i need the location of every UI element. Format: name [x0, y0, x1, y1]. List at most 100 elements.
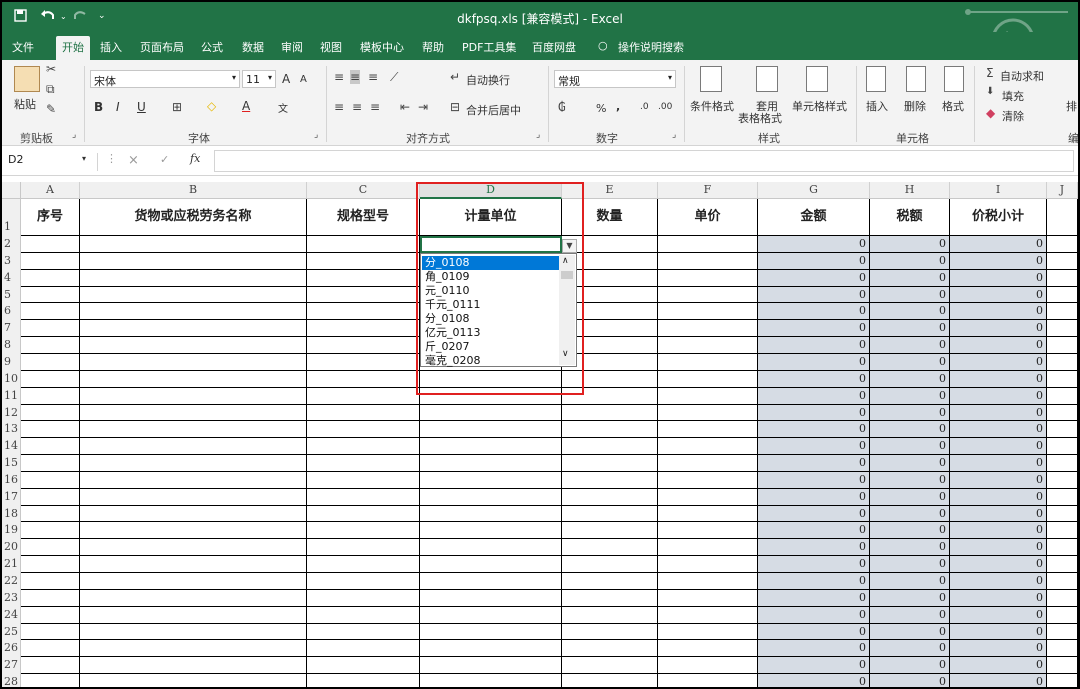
cell[interactable]	[1047, 556, 1078, 573]
name-box-dropdown-icon[interactable]: ▾	[82, 154, 86, 163]
formula-cell[interactable]: 0	[950, 556, 1047, 573]
cell[interactable]	[658, 674, 758, 687]
increase-indent-icon[interactable]: ⇥	[418, 100, 428, 114]
cell[interactable]	[21, 354, 80, 371]
cell[interactable]	[658, 253, 758, 270]
copy-icon[interactable]: ⧉	[46, 82, 55, 97]
cell[interactable]	[1047, 236, 1078, 253]
merge-center-icon[interactable]: ⊟	[450, 100, 460, 114]
cell[interactable]	[21, 337, 80, 354]
formula-cell[interactable]: 0	[870, 674, 950, 687]
clear-button[interactable]: 清除	[1002, 108, 1024, 124]
formula-cell[interactable]: 0	[758, 556, 870, 573]
cell[interactable]	[80, 590, 307, 607]
formula-cell[interactable]: 0	[870, 640, 950, 657]
row-header[interactable]: 4	[2, 270, 21, 287]
tab-page-layout[interactable]: 页面布局	[140, 39, 184, 55]
formula-cell[interactable]: 0	[758, 657, 870, 674]
formula-cell[interactable]: 0	[870, 624, 950, 640]
cell[interactable]	[420, 624, 562, 640]
cell[interactable]	[658, 421, 758, 438]
tab-data[interactable]: 数据	[242, 39, 264, 55]
cell[interactable]	[21, 236, 80, 253]
cell[interactable]	[80, 405, 307, 421]
cell[interactable]	[80, 455, 307, 472]
row-header[interactable]: 15	[2, 455, 21, 472]
cell[interactable]	[1047, 539, 1078, 556]
cell[interactable]	[80, 506, 307, 522]
fill-color-icon[interactable]: ◇	[207, 99, 216, 113]
cell[interactable]	[562, 573, 658, 590]
format-as-table-button-line2[interactable]: 表格格式	[738, 110, 782, 126]
cell[interactable]	[80, 236, 307, 253]
formula-cell[interactable]: 0	[758, 320, 870, 337]
header-cell[interactable]: 价税小计	[950, 199, 1047, 236]
shrink-font-icon[interactable]: A	[300, 74, 307, 85]
delete-cells-icon[interactable]	[906, 66, 926, 92]
decrease-indent-icon[interactable]: ⇤	[400, 100, 410, 114]
cell[interactable]	[80, 607, 307, 624]
cell[interactable]	[307, 421, 420, 438]
formula-cell[interactable]: 0	[870, 657, 950, 674]
cell[interactable]	[307, 522, 420, 539]
formula-cell[interactable]: 0	[870, 337, 950, 354]
formula-cell[interactable]: 0	[950, 253, 1047, 270]
italic-button[interactable]: I	[116, 100, 120, 114]
cell[interactable]	[80, 253, 307, 270]
cell[interactable]	[562, 590, 658, 607]
formula-cell[interactable]: 0	[758, 354, 870, 371]
tab-formulas[interactable]: 公式	[201, 39, 223, 55]
cell[interactable]	[307, 455, 420, 472]
cell[interactable]	[307, 438, 420, 455]
formula-cell[interactable]: 0	[950, 320, 1047, 337]
cell[interactable]	[658, 270, 758, 287]
cell[interactable]	[307, 303, 420, 320]
header-cell[interactable]: 单价	[658, 199, 758, 236]
formula-cell[interactable]: 0	[870, 253, 950, 270]
cell[interactable]	[80, 556, 307, 573]
formula-cell[interactable]: 0	[758, 472, 870, 489]
formula-cell[interactable]: 0	[758, 674, 870, 687]
header-cell[interactable]: 序号	[21, 199, 80, 236]
header-cell[interactable]: 金额	[758, 199, 870, 236]
tab-insert[interactable]: 插入	[100, 39, 122, 55]
formula-cell[interactable]: 0	[870, 590, 950, 607]
header-cell[interactable]: 税额	[870, 199, 950, 236]
cell[interactable]	[562, 657, 658, 674]
formula-cell[interactable]: 0	[870, 522, 950, 539]
cell[interactable]	[80, 489, 307, 506]
cell[interactable]	[562, 506, 658, 522]
cell[interactable]	[80, 674, 307, 687]
increase-decimal-button[interactable]: .0	[640, 102, 649, 112]
cell[interactable]	[658, 607, 758, 624]
cell[interactable]	[420, 539, 562, 556]
cell[interactable]	[21, 539, 80, 556]
formula-cell[interactable]: 0	[758, 303, 870, 320]
cell[interactable]	[80, 522, 307, 539]
cell[interactable]	[658, 455, 758, 472]
formula-cell[interactable]: 0	[870, 236, 950, 253]
paste-icon[interactable]	[14, 66, 40, 92]
format-as-table-icon[interactable]	[756, 66, 778, 92]
font-size-box[interactable]: 11 ▾	[242, 70, 276, 88]
cell[interactable]	[562, 539, 658, 556]
insert-cells-button[interactable]: 插入	[866, 98, 888, 114]
formula-cell[interactable]: 0	[758, 640, 870, 657]
row-header[interactable]: 20	[2, 539, 21, 556]
wrap-text-button[interactable]: 自动换行	[466, 72, 510, 88]
cell[interactable]	[21, 388, 80, 405]
cell-styles-icon[interactable]	[806, 66, 828, 92]
formula-cell[interactable]: 0	[950, 573, 1047, 590]
fill-icon[interactable]: ⬇	[986, 86, 994, 97]
column-header[interactable]: G	[758, 182, 870, 199]
row-header[interactable]: 23	[2, 590, 21, 607]
cell[interactable]	[658, 320, 758, 337]
number-format-box[interactable]: 常规 ▾	[554, 70, 676, 88]
cell[interactable]	[307, 674, 420, 687]
cell[interactable]	[1047, 303, 1078, 320]
formula-cell[interactable]: 0	[870, 506, 950, 522]
column-header[interactable]: B	[80, 182, 307, 199]
cell[interactable]	[307, 624, 420, 640]
formula-cell[interactable]: 0	[870, 438, 950, 455]
row-header[interactable]: 18	[2, 506, 21, 522]
